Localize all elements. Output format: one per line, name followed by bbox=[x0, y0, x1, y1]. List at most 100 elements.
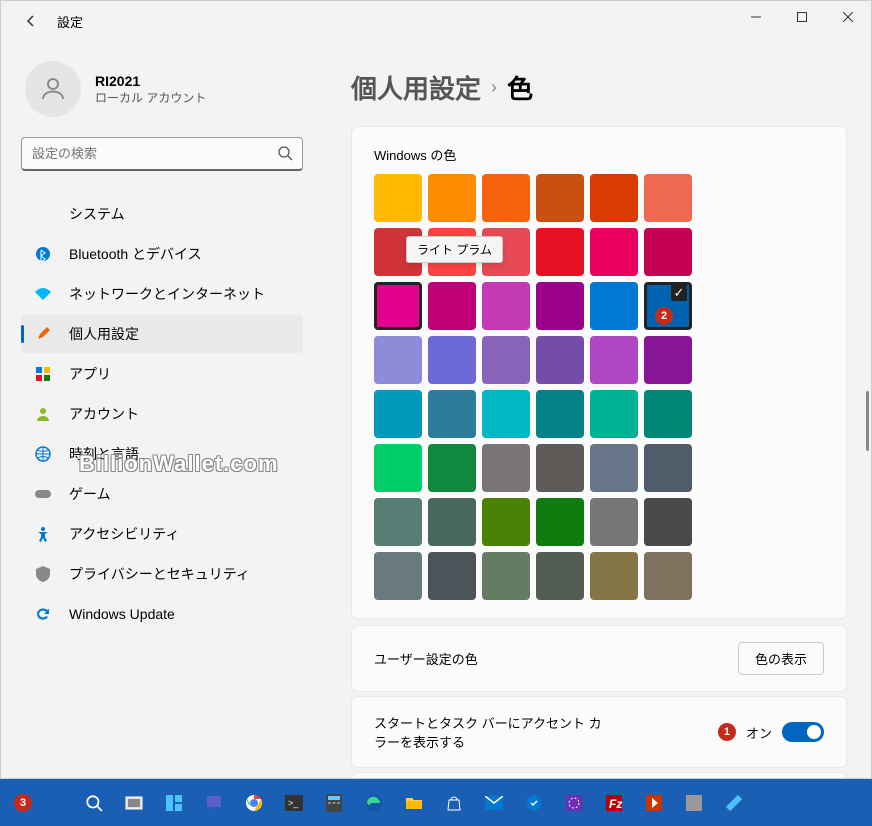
chrome-icon[interactable] bbox=[240, 789, 268, 817]
sidebar-item-system[interactable]: システム bbox=[21, 195, 303, 233]
color-swatch[interactable] bbox=[428, 444, 476, 492]
breadcrumb-parent[interactable]: 個人用設定 bbox=[351, 69, 481, 106]
color-swatch[interactable] bbox=[644, 444, 692, 492]
color-swatch[interactable] bbox=[536, 336, 584, 384]
store-icon[interactable] bbox=[440, 789, 468, 817]
color-swatch[interactable] bbox=[428, 390, 476, 438]
color-swatch[interactable] bbox=[590, 552, 638, 600]
color-swatch[interactable] bbox=[590, 336, 638, 384]
color-swatch[interactable] bbox=[428, 552, 476, 600]
color-swatch[interactable] bbox=[482, 336, 530, 384]
color-swatch[interactable] bbox=[374, 498, 422, 546]
color-swatch[interactable] bbox=[428, 336, 476, 384]
edge-icon[interactable] bbox=[360, 789, 388, 817]
scrollbar[interactable] bbox=[866, 391, 869, 451]
terminal-icon[interactable]: >_ bbox=[280, 789, 308, 817]
annotation-badge-1: 1 bbox=[718, 723, 736, 741]
breadcrumb-current: 色 bbox=[507, 69, 533, 106]
panel-title: Windows の色 bbox=[374, 145, 824, 164]
color-swatch[interactable] bbox=[374, 444, 422, 492]
svg-text:Fz: Fz bbox=[609, 797, 622, 811]
chat-icon[interactable] bbox=[200, 789, 228, 817]
user-block[interactable]: RI2021 ローカル アカウント bbox=[21, 61, 303, 117]
color-swatch[interactable] bbox=[482, 390, 530, 438]
color-swatch[interactable] bbox=[536, 174, 584, 222]
nav-label: Windows Update bbox=[69, 606, 175, 622]
color-swatch[interactable] bbox=[644, 336, 692, 384]
color-swatch[interactable] bbox=[590, 228, 638, 276]
color-swatch[interactable] bbox=[644, 390, 692, 438]
start-button[interactable] bbox=[46, 792, 68, 814]
windows-colors-panel: Windows の色 2ライト プラム bbox=[351, 126, 847, 619]
app-icon-gray[interactable] bbox=[680, 789, 708, 817]
color-swatch[interactable] bbox=[536, 498, 584, 546]
color-swatch[interactable] bbox=[482, 552, 530, 600]
sidebar-item-update[interactable]: Windows Update bbox=[21, 595, 303, 633]
color-swatch[interactable] bbox=[482, 498, 530, 546]
explorer-icon[interactable] bbox=[400, 789, 428, 817]
maximize-button[interactable] bbox=[779, 1, 825, 33]
color-swatch[interactable] bbox=[374, 282, 422, 330]
shield-icon bbox=[33, 564, 53, 584]
nav-label: Bluetooth とデバイス bbox=[69, 244, 202, 264]
color-swatch[interactable] bbox=[536, 444, 584, 492]
color-swatch[interactable]: 2 bbox=[644, 282, 692, 330]
search-taskbar-icon[interactable] bbox=[80, 789, 108, 817]
color-swatch[interactable] bbox=[590, 174, 638, 222]
mail-icon[interactable] bbox=[480, 789, 508, 817]
color-swatch[interactable] bbox=[482, 444, 530, 492]
update-icon bbox=[33, 604, 53, 624]
color-swatch[interactable] bbox=[374, 336, 422, 384]
color-swatch[interactable] bbox=[590, 282, 638, 330]
window-controls bbox=[733, 1, 871, 33]
app-icon-purple[interactable] bbox=[560, 789, 588, 817]
color-swatch[interactable] bbox=[536, 228, 584, 276]
sidebar-item-accessibility[interactable]: アクセシビリティ bbox=[21, 515, 303, 553]
color-swatch[interactable] bbox=[428, 282, 476, 330]
app-icon-red[interactable] bbox=[640, 789, 668, 817]
task-view-icon[interactable] bbox=[120, 789, 148, 817]
breadcrumb: 個人用設定 › 色 bbox=[351, 69, 847, 106]
close-button[interactable] bbox=[825, 1, 871, 33]
sidebar-item-bluetooth[interactable]: Bluetooth とデバイス bbox=[21, 235, 303, 273]
nav-label: システム bbox=[69, 204, 125, 224]
color-swatch[interactable] bbox=[536, 282, 584, 330]
security-icon[interactable] bbox=[520, 789, 548, 817]
color-swatch[interactable] bbox=[590, 390, 638, 438]
sidebar-item-time[interactable]: 時刻と言語 bbox=[21, 435, 303, 473]
sidebar-item-apps[interactable]: アプリ bbox=[21, 355, 303, 393]
color-swatch[interactable] bbox=[590, 444, 638, 492]
color-swatch[interactable] bbox=[644, 498, 692, 546]
sidebar-item-network[interactable]: ネットワークとインターネット bbox=[21, 275, 303, 313]
sidebar-item-gaming[interactable]: ゲーム bbox=[21, 475, 303, 513]
widgets-icon[interactable] bbox=[160, 789, 188, 817]
color-swatch[interactable] bbox=[536, 552, 584, 600]
view-colors-button[interactable]: 色の表示 bbox=[738, 642, 824, 675]
color-swatch[interactable] bbox=[482, 282, 530, 330]
color-swatch[interactable] bbox=[374, 390, 422, 438]
color-swatch[interactable] bbox=[536, 390, 584, 438]
color-swatch[interactable] bbox=[374, 174, 422, 222]
color-swatch[interactable] bbox=[374, 552, 422, 600]
accent-title-row: タイトル バーとウィンドウ枠線にアクセント カラーを付ける 4 オフ bbox=[351, 772, 847, 778]
color-swatch[interactable] bbox=[428, 498, 476, 546]
app-icon-edge2[interactable] bbox=[720, 789, 748, 817]
color-swatch[interactable] bbox=[644, 174, 692, 222]
back-button[interactable] bbox=[13, 3, 49, 39]
color-swatch[interactable] bbox=[644, 552, 692, 600]
sidebar-item-personalization[interactable]: 個人用設定 bbox=[21, 315, 303, 353]
nav-label: ネットワークとインターネット bbox=[69, 284, 265, 304]
sidebar-item-privacy[interactable]: プライバシーとセキュリティ bbox=[21, 555, 303, 593]
main-panel: 個人用設定 › 色 Windows の色 2ライト プラム ユーザー設定の色 色… bbox=[311, 41, 871, 778]
color-swatch[interactable] bbox=[428, 174, 476, 222]
sidebar-item-accounts[interactable]: アカウント bbox=[21, 395, 303, 433]
color-swatch[interactable] bbox=[590, 498, 638, 546]
color-swatch[interactable] bbox=[644, 228, 692, 276]
accent-start-toggle[interactable] bbox=[782, 722, 824, 742]
minimize-button[interactable] bbox=[733, 1, 779, 33]
avatar bbox=[25, 61, 81, 117]
calculator-icon[interactable] bbox=[320, 789, 348, 817]
search-input[interactable] bbox=[21, 137, 303, 171]
color-swatch[interactable] bbox=[482, 174, 530, 222]
filezilla-icon[interactable]: Fz bbox=[600, 789, 628, 817]
